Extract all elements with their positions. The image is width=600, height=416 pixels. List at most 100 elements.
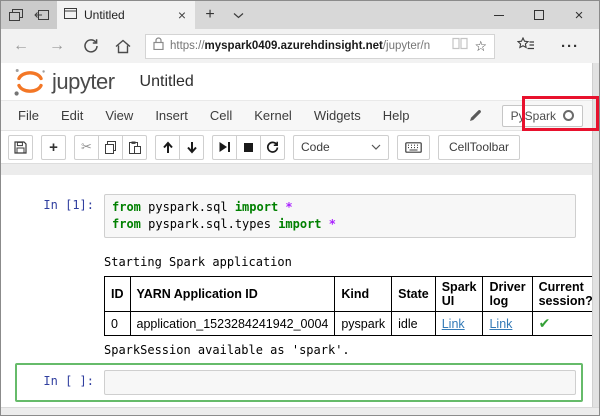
empty-code-input[interactable] bbox=[104, 370, 576, 395]
save-button[interactable] bbox=[8, 135, 33, 160]
chevron-down-icon bbox=[371, 144, 381, 150]
arrow-down-icon bbox=[186, 141, 198, 154]
home-button[interactable] bbox=[115, 39, 131, 54]
cell-toolbar-button[interactable]: CellToolbar bbox=[438, 135, 520, 160]
maximize-button[interactable] bbox=[519, 1, 559, 29]
session-check-icon: ✔ bbox=[532, 312, 599, 336]
copy-cells-button[interactable] bbox=[98, 135, 123, 160]
more-actions-icon[interactable]: ··· bbox=[561, 38, 579, 55]
cell-type-dropdown[interactable]: Code bbox=[293, 135, 389, 160]
tab-list-chevron-icon[interactable] bbox=[225, 1, 251, 29]
window-controls: × bbox=[479, 1, 599, 29]
url-text: https://myspark0409.azurehdinsight.net/j… bbox=[170, 40, 446, 52]
jupyter-logo-icon bbox=[13, 66, 47, 98]
column-header: Kind bbox=[335, 277, 392, 312]
add-cell-button[interactable]: + bbox=[41, 135, 66, 160]
run-cell-button[interactable] bbox=[212, 135, 237, 160]
close-icon: × bbox=[575, 8, 584, 23]
menu-widgets[interactable]: Widgets bbox=[303, 108, 372, 123]
paste-icon bbox=[128, 141, 141, 154]
spark-session-table: IDYARN Application IDKindStateSpark UIDr… bbox=[104, 276, 599, 336]
code-cell-1[interactable]: In [1]: from pyspark.sql import *from py… bbox=[15, 187, 583, 245]
column-header: ID bbox=[105, 277, 131, 312]
code-cell-2-selected[interactable]: In [ ]: bbox=[15, 363, 583, 402]
command-palette-button[interactable] bbox=[397, 135, 430, 160]
paste-cells-button[interactable] bbox=[122, 135, 147, 160]
stop-icon bbox=[243, 142, 254, 153]
edit-mode-pencil-icon bbox=[469, 109, 482, 122]
minimize-icon bbox=[494, 15, 504, 16]
jupyter-logo[interactable]: jupyter bbox=[13, 66, 115, 98]
cell-output-area: Starting Spark application IDYARN Applic… bbox=[104, 255, 583, 357]
browser-tab[interactable]: Untitled × bbox=[57, 1, 195, 29]
menu-insert[interactable]: Insert bbox=[144, 108, 199, 123]
restart-kernel-button[interactable] bbox=[260, 135, 285, 160]
menu-kernel[interactable]: Kernel bbox=[243, 108, 303, 123]
menu-view[interactable]: View bbox=[94, 108, 144, 123]
column-header: Driver log bbox=[483, 277, 532, 312]
tab-strip: Untitled × + × bbox=[1, 1, 599, 29]
cell-type-value: Code bbox=[301, 140, 330, 154]
output-text-starting: Starting Spark application bbox=[104, 255, 575, 269]
tab-actions-area bbox=[1, 1, 57, 29]
table-cell: pyspark bbox=[335, 312, 392, 336]
favorite-star-icon[interactable]: ☆ bbox=[474, 38, 487, 55]
menu-bar: File Edit View Insert Cell Kernel Widget… bbox=[1, 100, 599, 131]
tab-title: Untitled bbox=[84, 8, 169, 22]
column-header: State bbox=[392, 277, 436, 312]
input-prompt: In [1]: bbox=[22, 194, 104, 238]
maximize-icon bbox=[534, 10, 544, 20]
notebook-area: In [1]: from pyspark.sql import *from py… bbox=[1, 175, 599, 407]
copy-icon bbox=[104, 141, 117, 154]
restart-icon bbox=[266, 141, 279, 154]
back-button[interactable]: ← bbox=[11, 37, 31, 55]
refresh-button[interactable] bbox=[83, 38, 99, 54]
table-link[interactable]: Link bbox=[489, 317, 512, 331]
table-cell: application_1523284241942_0004 bbox=[130, 312, 335, 336]
move-cell-up-button[interactable] bbox=[155, 135, 180, 160]
hub-favorites-icon[interactable] bbox=[517, 37, 535, 56]
horizontal-scrollbar[interactable] bbox=[1, 407, 599, 415]
notebook-toolbar: + ✂ bbox=[1, 131, 599, 163]
column-header: YARN Application ID bbox=[130, 277, 335, 312]
table-cell: 0 bbox=[105, 312, 131, 336]
code-input[interactable]: from pyspark.sql import *from pyspark.sq… bbox=[104, 194, 576, 238]
menu-cell[interactable]: Cell bbox=[199, 108, 243, 123]
browser-window: Untitled × + × ← → https://myspark040 bbox=[0, 0, 600, 416]
column-header: Current session? bbox=[532, 277, 599, 312]
table-link[interactable]: Link bbox=[442, 317, 465, 331]
notebook-title[interactable]: Untitled bbox=[140, 73, 194, 91]
kernel-highlight-annotation bbox=[522, 96, 599, 131]
close-button[interactable]: × bbox=[559, 1, 599, 29]
header-divider bbox=[1, 163, 599, 175]
jupyter-header: jupyter Untitled bbox=[1, 63, 599, 100]
save-icon bbox=[14, 141, 27, 154]
arrow-up-icon bbox=[162, 141, 174, 154]
url-path: /jupyter/n bbox=[383, 40, 430, 52]
url-protocol: https:// bbox=[170, 40, 205, 52]
reading-view-icon[interactable] bbox=[452, 37, 468, 55]
interrupt-kernel-button[interactable] bbox=[236, 135, 261, 160]
minimize-button[interactable] bbox=[479, 1, 519, 29]
keyboard-icon bbox=[405, 142, 422, 153]
move-cell-down-button[interactable] bbox=[179, 135, 204, 160]
address-bar: ← → https://myspark0409.azurehdinsight.n… bbox=[1, 29, 599, 63]
menu-edit[interactable]: Edit bbox=[50, 108, 94, 123]
input-prompt: In [ ]: bbox=[22, 370, 104, 395]
forward-button[interactable]: → bbox=[47, 37, 67, 55]
output-text-session: SparkSession available as 'spark'. bbox=[104, 343, 575, 357]
set-aside-tabs-icon[interactable] bbox=[34, 9, 49, 21]
new-tab-button[interactable]: + bbox=[195, 1, 225, 29]
table-cell: idle bbox=[392, 312, 436, 336]
url-domain: myspark0409.azurehdinsight.net bbox=[205, 40, 383, 52]
menu-help[interactable]: Help bbox=[372, 108, 421, 123]
url-field[interactable]: https://myspark0409.azurehdinsight.net/j… bbox=[145, 34, 495, 59]
tab-page-icon bbox=[64, 8, 77, 22]
tab-close-icon[interactable]: × bbox=[176, 8, 188, 22]
run-icon bbox=[218, 141, 231, 153]
tab-preview-icon[interactable] bbox=[9, 9, 23, 21]
column-header: Spark UI bbox=[435, 277, 483, 312]
cut-cells-button[interactable]: ✂ bbox=[74, 135, 99, 160]
menu-file[interactable]: File bbox=[7, 108, 50, 123]
lock-icon bbox=[153, 37, 164, 55]
